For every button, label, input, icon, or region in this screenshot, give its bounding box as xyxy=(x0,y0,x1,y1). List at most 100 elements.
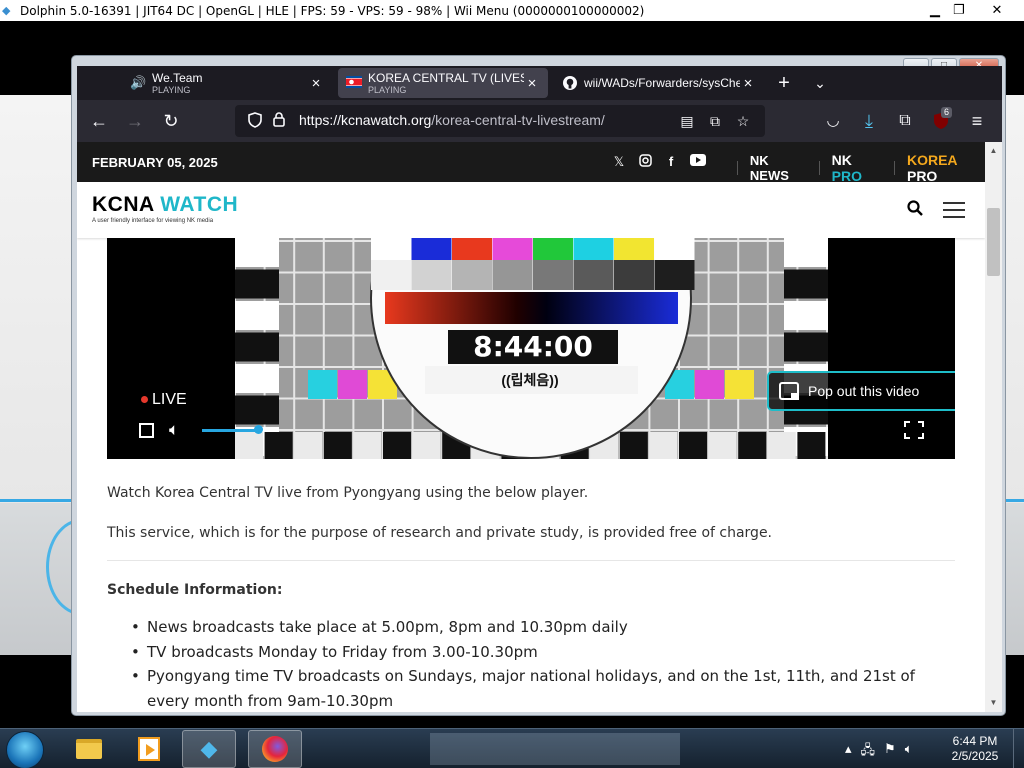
side-block xyxy=(235,301,279,330)
bottom-strip xyxy=(767,432,796,459)
volume-icon[interactable]: 🔈︎ xyxy=(905,741,913,763)
downloads-icon[interactable]: ⤓ xyxy=(853,105,885,137)
side-block xyxy=(784,269,828,299)
reload-button[interactable]: ↻ xyxy=(155,105,187,137)
list-all-tabs-button[interactable]: ⌄ xyxy=(806,75,834,92)
tab-github[interactable]: wii/WADs/Forwarders/sysCheck × xyxy=(554,68,764,98)
site-tagline: A user friendly interface for viewing NK… xyxy=(92,218,214,224)
clock-date: 2/5/2025 xyxy=(951,749,999,763)
stop-button[interactable] xyxy=(139,423,154,438)
new-tab-button[interactable]: + xyxy=(770,72,798,95)
color-bar xyxy=(492,238,533,260)
color-bar xyxy=(411,238,452,260)
fullscreen-icon[interactable] xyxy=(904,421,924,439)
bottom-strip xyxy=(679,432,707,459)
media-player-icon xyxy=(138,737,160,761)
picture-in-picture-icon[interactable]: ⧉ xyxy=(703,113,727,130)
tab-close-icon[interactable]: × xyxy=(524,75,540,92)
tab-bar: 🔊 We.Team PLAYING × KOREA CENTRAL TV (LI… xyxy=(77,66,1002,100)
greyscale-step xyxy=(654,260,695,290)
dolphin-maximize-button[interactable]: ❐ xyxy=(944,0,974,21)
taskbar-media-player-button[interactable] xyxy=(122,730,176,768)
pop-out-video-button[interactable]: Pop out this video xyxy=(767,371,955,411)
scroll-up-icon[interactable]: ▲ xyxy=(985,146,1002,155)
greyscale-step xyxy=(371,260,411,290)
address-bar[interactable]: https://kcnawatch.org/korea-central-tv-l… xyxy=(235,105,765,137)
volume-slider[interactable] xyxy=(202,429,258,432)
url-text: https://kcnawatch.org/korea-central-tv-l… xyxy=(299,112,605,130)
dolphin-icon: ◆ xyxy=(2,4,11,17)
greyscale-step xyxy=(452,260,492,290)
test-card-image: 8:44:00 ((립체음)) xyxy=(235,238,828,459)
tab-close-icon[interactable]: × xyxy=(740,75,756,92)
color-bar xyxy=(452,238,492,260)
side-block xyxy=(235,238,279,267)
x-icon[interactable]: 𝕏 xyxy=(612,154,626,170)
clock-time: 6:44 PM xyxy=(952,734,998,748)
schedule-list: News broadcasts take place at 5.00pm, 8p… xyxy=(131,615,955,712)
greyscale-step xyxy=(533,260,573,290)
volume-slider-knob[interactable] xyxy=(254,425,263,434)
bookmark-star-icon[interactable]: ☆ xyxy=(731,113,755,130)
extension-badge: 6 xyxy=(941,107,953,118)
taskbar-firefox-button[interactable] xyxy=(248,730,302,768)
greyscale-step xyxy=(573,260,614,290)
color-bar xyxy=(573,238,614,260)
scrollbar-thumb[interactable] xyxy=(987,208,1000,276)
side-block xyxy=(784,332,828,362)
facebook-icon[interactable]: f xyxy=(664,154,678,170)
forward-button[interactable]: → xyxy=(119,105,151,137)
network-icon[interactable]: 🖧 xyxy=(861,741,876,763)
bottom-strip xyxy=(383,432,411,459)
video-player[interactable]: 8:44:00 ((립체음)) LIVE 🔈︎ Pop out this vid… xyxy=(107,238,955,459)
taskbar-dolphin-button[interactable]: ◆ xyxy=(182,730,236,768)
dolphin-window-title: Dolphin 5.0-16391 | JIT64 DC | OpenGL | … xyxy=(20,3,645,18)
service-paragraph: This service, which is for the purpose o… xyxy=(107,525,773,541)
dolphin-close-button[interactable]: ✕ xyxy=(982,0,1012,21)
youtube-icon[interactable] xyxy=(690,154,706,170)
show-desktop-button[interactable] xyxy=(1013,729,1024,768)
korea-pro-link[interactable]: KOREA PRO xyxy=(907,152,985,184)
tab-close-icon[interactable]: × xyxy=(308,75,324,92)
taskbar-explorer-button[interactable] xyxy=(62,730,116,768)
live-indicator: LIVE xyxy=(141,391,187,409)
vertical-scrollbar[interactable]: ▲ ▼ xyxy=(985,142,1002,712)
test-card-clock: 8:44:00 xyxy=(448,330,618,364)
nk-pro-link[interactable]: NK PRO xyxy=(832,152,882,184)
pop-out-icon xyxy=(779,382,799,400)
hamburger-menu-icon[interactable] xyxy=(943,202,965,218)
ublock-origin-icon[interactable]: 6 xyxy=(925,105,957,137)
reader-view-icon[interactable]: ▤ xyxy=(675,113,699,130)
lock-icon[interactable] xyxy=(267,112,291,130)
pop-out-label: Pop out this video xyxy=(808,383,920,399)
search-icon[interactable] xyxy=(907,200,923,221)
tab-we-team[interactable]: 🔊 We.Team PLAYING × xyxy=(122,68,332,98)
tab-korea-central-tv[interactable]: KOREA CENTRAL TV (LIVESTREAM) PLAYING × xyxy=(338,68,548,98)
volume-icon[interactable]: 🔈︎ xyxy=(169,420,179,440)
greyscale-step xyxy=(411,260,452,290)
scroll-down-icon[interactable]: ▼ xyxy=(985,698,1002,707)
pocket-icon[interactable]: ◡ xyxy=(817,105,849,137)
bottom-strip xyxy=(619,432,648,459)
dolphin-icon: ◆ xyxy=(200,736,218,761)
nk-news-link[interactable]: NK NEWS xyxy=(750,153,807,183)
app-menu-icon[interactable]: ≡ xyxy=(961,105,993,137)
back-button[interactable]: ← xyxy=(83,105,115,137)
tracking-protection-shield-icon[interactable] xyxy=(243,111,267,131)
dolphin-titlebar: ◆ Dolphin 5.0-16391 | JIT64 DC | OpenGL … xyxy=(0,0,1024,21)
color-bar xyxy=(614,238,654,260)
kcna-watch-logo[interactable]: KCNA WATCH xyxy=(92,193,238,217)
instagram-icon[interactable] xyxy=(638,154,652,170)
site-date: FEBRUARY 05, 2025 xyxy=(92,154,218,170)
extensions-icon[interactable]: ⧉ xyxy=(889,105,921,137)
bottom-strip xyxy=(738,432,767,459)
start-button[interactable] xyxy=(6,731,44,768)
navigation-toolbar: ← → ↻ https://kcnawatch.org/korea-centra… xyxy=(77,100,1002,142)
taskbar-clock[interactable]: 6:44 PM 2/5/2025 xyxy=(945,734,1005,764)
bottom-strip xyxy=(797,432,826,459)
tab-playing-label: PLAYING xyxy=(152,85,191,95)
greyscale-step xyxy=(614,260,654,290)
show-hidden-icons-icon[interactable]: ▴ xyxy=(845,741,852,763)
action-center-flag-icon[interactable]: ⚑ xyxy=(884,741,896,763)
separator xyxy=(894,161,895,175)
